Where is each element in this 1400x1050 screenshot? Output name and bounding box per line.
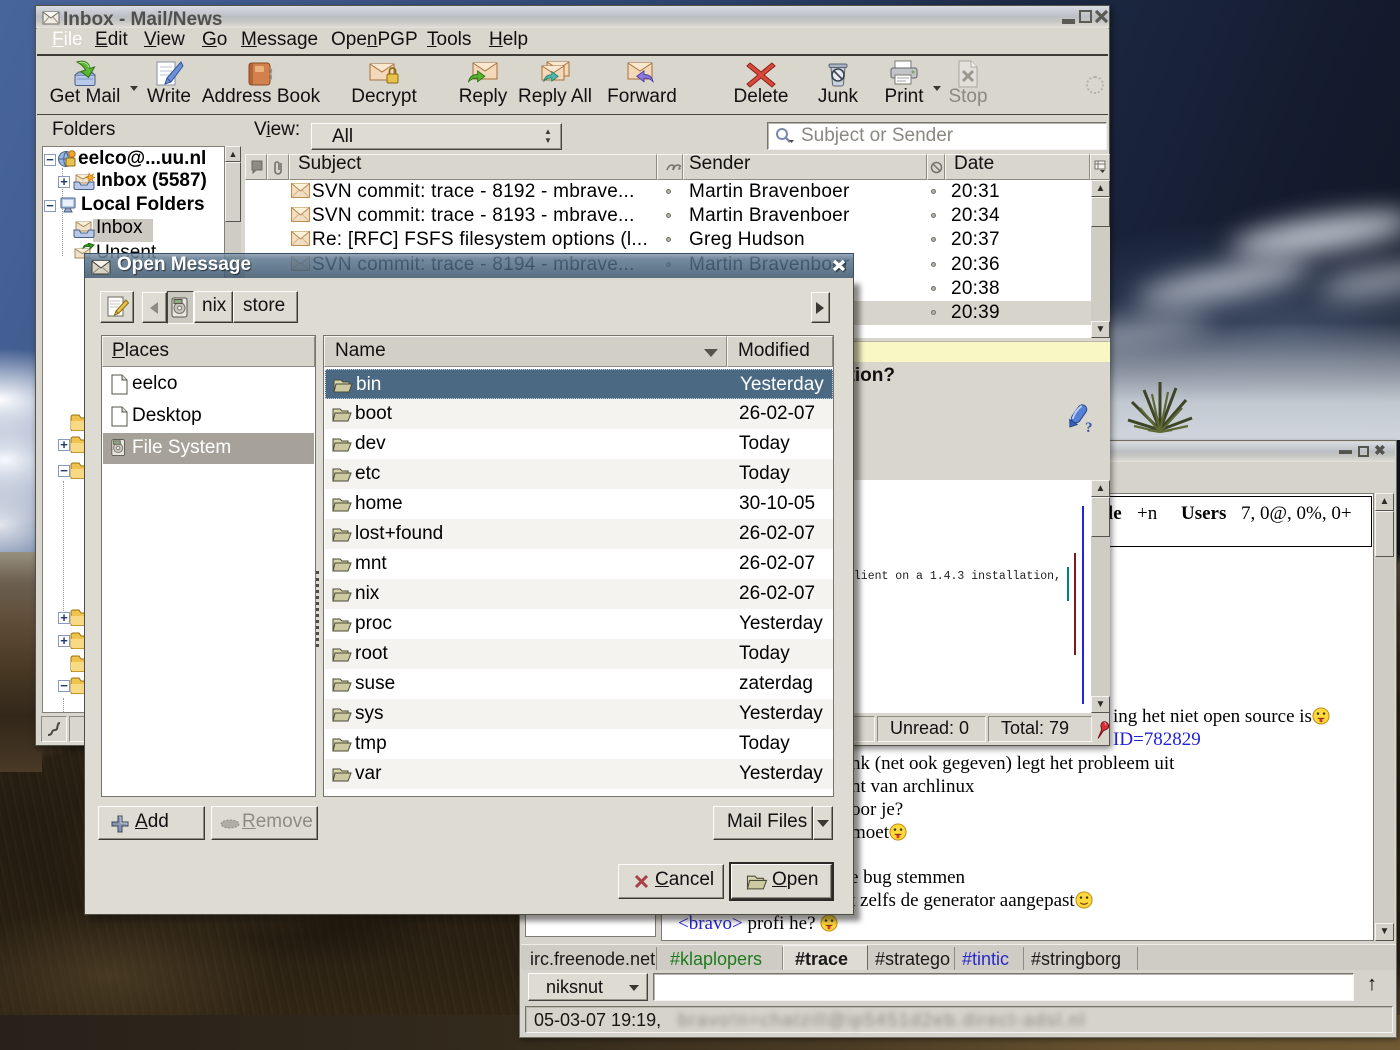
svg-text:?: ? (1085, 420, 1093, 436)
